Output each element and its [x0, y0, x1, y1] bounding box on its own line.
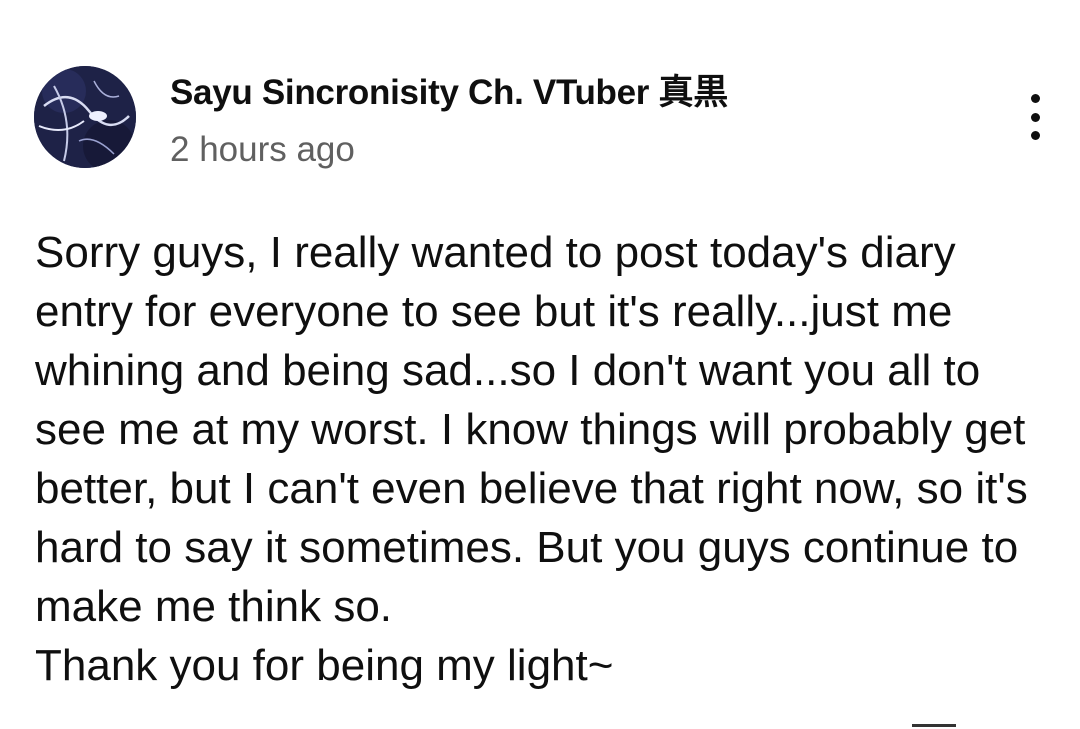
more-options-button[interactable]	[1012, 90, 1058, 144]
post-body: Sorry guys, I really wanted to post toda…	[35, 223, 1045, 695]
community-post: Sayu Sincronisity Ch. VTuber 真黒 2 hours …	[0, 0, 1080, 729]
avatar-image	[34, 66, 136, 168]
post-timestamp[interactable]: 2 hours ago	[170, 130, 355, 170]
vertical-ellipsis-icon	[1030, 112, 1040, 122]
channel-avatar[interactable]	[34, 66, 136, 168]
post-paragraph: Sorry guys, I really wanted to post toda…	[35, 228, 1028, 631]
vertical-ellipsis-icon	[1030, 94, 1040, 103]
channel-name[interactable]: Sayu Sincronisity Ch. VTuber 真黒	[170, 64, 728, 115]
divider	[912, 724, 956, 727]
vertical-ellipsis-icon	[1030, 131, 1040, 140]
post-paragraph: Thank you for being my light~	[35, 641, 614, 690]
